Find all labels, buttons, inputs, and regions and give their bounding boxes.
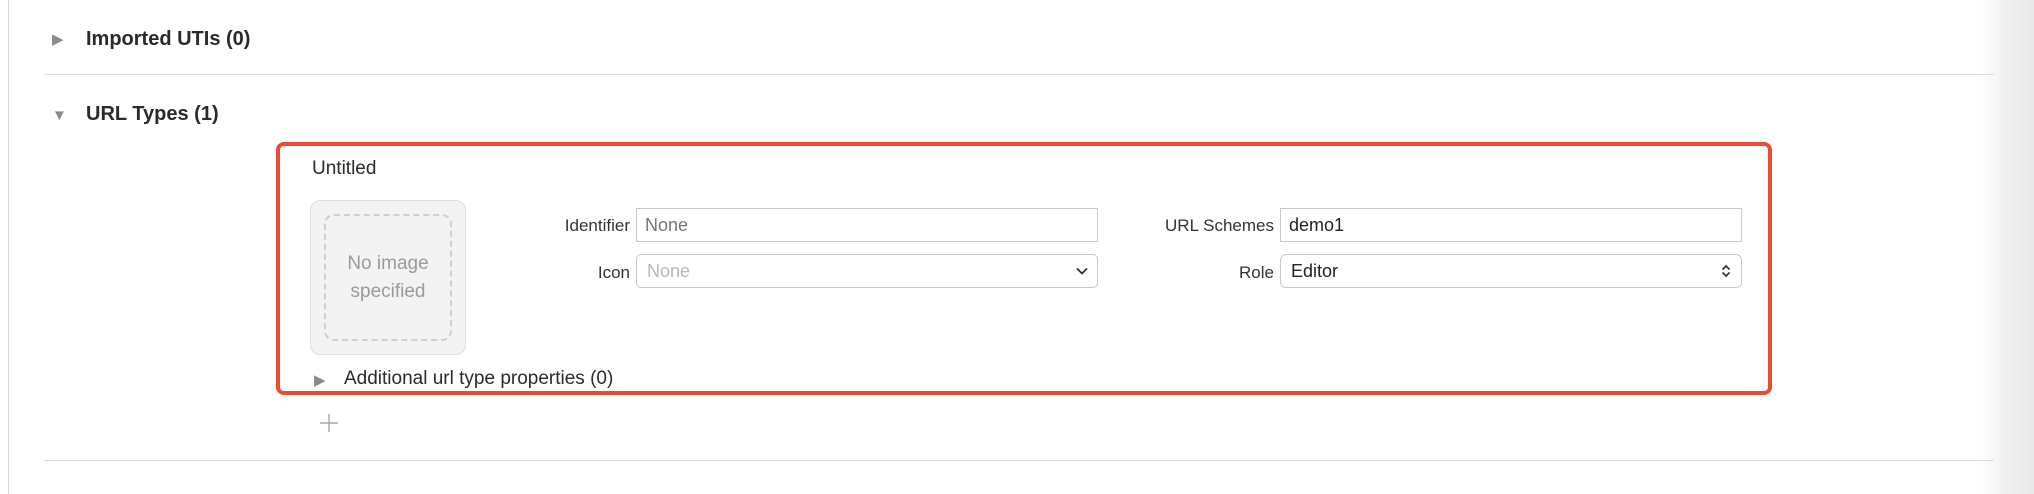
left-border [8,0,9,494]
icon-label: Icon [597,263,630,282]
icon-combo-box[interactable]: None [636,254,1098,288]
section-divider [44,460,1994,461]
plus-icon[interactable] [319,413,339,433]
url-schemes-field[interactable]: demo1 [1280,208,1742,242]
up-down-chevrons-icon [1721,264,1731,278]
imported-utis-title: Imported UTIs (0) [86,28,251,50]
url-types-title: URL Types (1) [86,103,219,125]
disclosure-triangle-right-icon[interactable]: ▶ [314,373,326,388]
disclosure-triangle-down-icon[interactable]: ▼ [52,108,67,123]
role-label: Role [1239,263,1274,282]
identifier-field[interactable] [636,208,1098,242]
imported-utis-header[interactable]: ▶ Imported UTIs (0) [52,28,312,56]
identifier-label: Identifier [564,216,630,235]
url-type-name: Untitled [312,158,377,179]
section-divider [44,74,1994,75]
url-types-header[interactable]: ▼ URL Types (1) [52,103,312,131]
disclosure-triangle-right-icon[interactable]: ▶ [52,32,64,47]
image-well-text: No image specified [347,252,429,302]
icon-placeholder: None [647,261,691,281]
url-schemes-label: URL Schemes [1165,216,1274,235]
additional-properties-header[interactable]: ▶ Additional url type properties (0) [314,368,734,394]
image-well-placeholder: No image specified [324,214,452,341]
additional-properties-title: Additional url type properties (0) [344,368,614,389]
image-well[interactable]: No image specified [310,200,466,355]
role-value: Editor [1291,261,1339,281]
role-popup-button[interactable]: Editor [1280,254,1742,288]
